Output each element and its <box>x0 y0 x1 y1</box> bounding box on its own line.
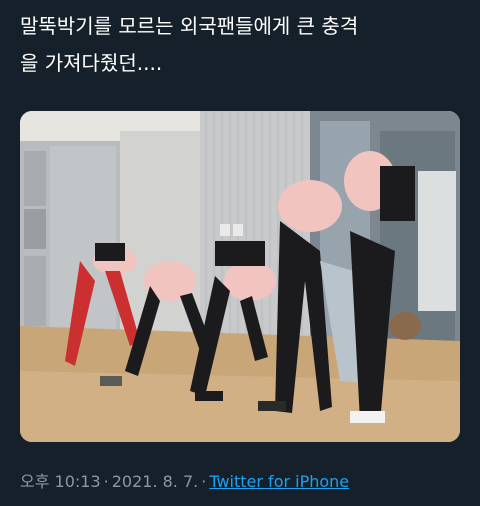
tweet-text-line1: 말뚝박기를 모르는 외국팬들에게 큰 충격 <box>20 14 359 38</box>
tweet-time[interactable]: 오후 10:13 <box>20 472 101 491</box>
meta-separator-1: · <box>103 472 109 491</box>
tweet-metadata: 오후 10:13 · 2021. 8. 7. · Twitter for iPhone <box>20 470 349 494</box>
meta-separator-2: · <box>201 472 207 491</box>
photo-illustration <box>20 111 460 442</box>
tweet-text-line2: 을 가져다줬던.... <box>20 51 163 75</box>
tweet-text: 말뚝박기를 모르는 외국팬들에게 큰 충격을 가져다줬던.... <box>20 8 465 82</box>
tweet-source-link[interactable]: Twitter for iPhone <box>209 472 349 491</box>
tweet-photo[interactable] <box>20 111 460 442</box>
tweet-date[interactable]: 2021. 8. 7. <box>112 472 199 491</box>
